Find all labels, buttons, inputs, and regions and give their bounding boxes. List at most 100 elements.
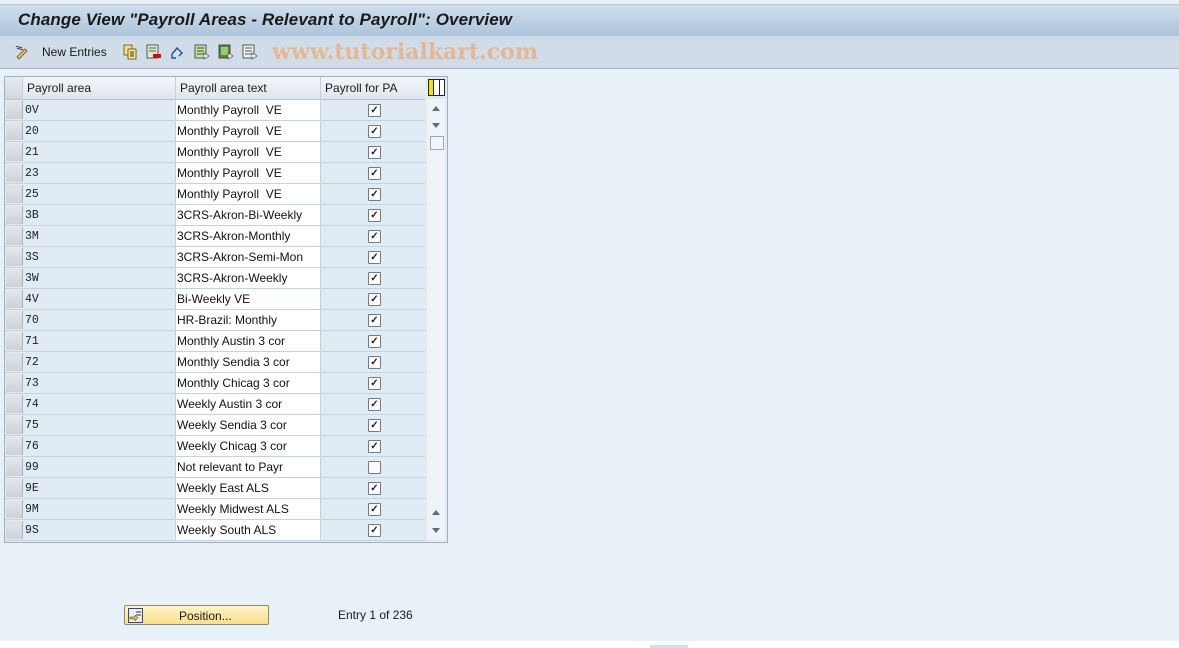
row-selector[interactable] [6, 395, 23, 413]
row-selector[interactable] [6, 311, 23, 329]
payroll-area-text-cell[interactable]: Weekly East ALS [176, 478, 321, 498]
position-button[interactable]: Position... [124, 605, 269, 625]
payroll-area-cell[interactable]: 73 [23, 373, 176, 393]
payroll-area-cell[interactable]: 75 [23, 415, 176, 435]
table-row[interactable]: 3W 3CRS-Akron-Weekly ✓ [5, 268, 425, 289]
row-selector[interactable] [6, 458, 23, 476]
row-selector[interactable] [6, 479, 23, 497]
column-header-payroll-area-text[interactable]: Payroll area text [176, 77, 321, 99]
table-row[interactable]: 70 HR-Brazil: Monthly ✓ [5, 310, 425, 331]
payroll-area-cell[interactable]: 9M [23, 499, 176, 519]
select-all-rows-button[interactable] [5, 77, 23, 99]
payroll-for-pa-checkbox[interactable]: ✓ [368, 440, 381, 453]
payroll-area-text-cell[interactable]: Monthly Payroll VE [176, 142, 321, 162]
table-row[interactable]: 9E Weekly East ALS ✓ [5, 478, 425, 499]
payroll-for-pa-checkbox[interactable]: ✓ [368, 335, 381, 348]
payroll-for-pa-checkbox[interactable]: ✓ [368, 125, 381, 138]
new-entries-button[interactable]: New Entries [42, 43, 107, 60]
payroll-for-pa-checkbox[interactable]: ✓ [368, 293, 381, 306]
payroll-area-cell[interactable]: 76 [23, 436, 176, 456]
row-selector[interactable] [6, 248, 23, 266]
table-row[interactable]: 21 Monthly Payroll VE ✓ [5, 142, 425, 163]
payroll-area-text-cell[interactable]: Monthly Payroll VE [176, 163, 321, 183]
payroll-for-pa-checkbox[interactable]: ✓ [368, 503, 381, 516]
table-row[interactable]: 4V Bi-Weekly VE ✓ [5, 289, 425, 310]
table-row[interactable]: 73 Monthly Chicag 3 cor ✓ [5, 373, 425, 394]
row-selector[interactable] [6, 143, 23, 161]
payroll-area-text-cell[interactable]: Not relevant to Payr [176, 457, 321, 477]
payroll-area-text-cell[interactable]: Monthly Austin 3 cor [176, 331, 321, 351]
table-row[interactable]: 3S 3CRS-Akron-Semi-Mon ✓ [5, 247, 425, 268]
payroll-for-pa-checkbox[interactable]: ✓ [368, 104, 381, 117]
column-header-payroll-for-pa[interactable]: Payroll for PA [321, 77, 425, 99]
payroll-area-text-cell[interactable]: 3CRS-Akron-Weekly [176, 268, 321, 288]
payroll-area-cell[interactable]: 4V [23, 289, 176, 309]
table-row[interactable]: 23 Monthly Payroll VE ✓ [5, 163, 425, 184]
payroll-for-pa-checkbox[interactable]: ✓ [368, 356, 381, 369]
payroll-area-cell[interactable]: 3S [23, 247, 176, 267]
payroll-area-cell[interactable]: 20 [23, 121, 176, 141]
row-selector[interactable] [6, 353, 23, 371]
payroll-area-cell[interactable]: 9E [23, 478, 176, 498]
scroll-up-button[interactable] [429, 505, 443, 519]
payroll-area-cell[interactable]: 9S [23, 520, 176, 540]
deselect-all-button[interactable] [242, 43, 258, 60]
payroll-area-cell[interactable]: 3M [23, 226, 176, 246]
payroll-area-cell[interactable]: 25 [23, 184, 176, 204]
table-row[interactable]: 3B 3CRS-Akron-Bi-Weekly ✓ [5, 205, 425, 226]
payroll-area-cell[interactable]: 0V [23, 100, 176, 120]
table-row[interactable]: 71 Monthly Austin 3 cor ✓ [5, 331, 425, 352]
payroll-area-text-cell[interactable]: 3CRS-Akron-Semi-Mon [176, 247, 321, 267]
scroll-page-down-button[interactable] [429, 118, 443, 132]
table-row[interactable]: 9S Weekly South ALS ✓ [5, 520, 425, 541]
payroll-for-pa-checkbox[interactable] [368, 461, 381, 474]
payroll-for-pa-checkbox[interactable]: ✓ [368, 251, 381, 264]
payroll-area-text-cell[interactable]: Weekly South ALS [176, 520, 321, 540]
payroll-area-text-cell[interactable]: Weekly Chicag 3 cor [176, 436, 321, 456]
table-settings-button[interactable] [428, 79, 445, 96]
select-all-button[interactable] [194, 43, 210, 60]
scrollbar-thumb[interactable] [430, 136, 444, 150]
payroll-area-cell[interactable]: 99 [23, 457, 176, 477]
table-row[interactable]: 76 Weekly Chicag 3 cor ✓ [5, 436, 425, 457]
row-selector[interactable] [6, 437, 23, 455]
payroll-area-cell[interactable]: 71 [23, 331, 176, 351]
table-row[interactable]: 72 Monthly Sendia 3 cor ✓ [5, 352, 425, 373]
payroll-area-cell[interactable]: 3W [23, 268, 176, 288]
table-row[interactable]: 74 Weekly Austin 3 cor ✓ [5, 394, 425, 415]
row-selector[interactable] [6, 290, 23, 308]
row-selector[interactable] [6, 227, 23, 245]
display-change-button[interactable] [14, 43, 30, 60]
payroll-for-pa-checkbox[interactable]: ✓ [368, 524, 381, 537]
row-selector[interactable] [6, 101, 23, 119]
payroll-area-text-cell[interactable]: HR-Brazil: Monthly [176, 310, 321, 330]
payroll-area-text-cell[interactable]: Bi-Weekly VE [176, 289, 321, 309]
row-selector[interactable] [6, 521, 23, 539]
payroll-for-pa-checkbox[interactable]: ✓ [368, 230, 381, 243]
row-selector[interactable] [6, 164, 23, 182]
row-selector[interactable] [6, 500, 23, 518]
payroll-area-text-cell[interactable]: Weekly Sendia 3 cor [176, 415, 321, 435]
payroll-area-cell[interactable]: 74 [23, 394, 176, 414]
delete-button[interactable] [146, 43, 162, 60]
payroll-for-pa-checkbox[interactable]: ✓ [368, 188, 381, 201]
payroll-for-pa-checkbox[interactable]: ✓ [368, 314, 381, 327]
payroll-area-text-cell[interactable]: Monthly Payroll VE [176, 100, 321, 120]
payroll-area-text-cell[interactable]: 3CRS-Akron-Bi-Weekly [176, 205, 321, 225]
payroll-for-pa-checkbox[interactable]: ✓ [368, 209, 381, 222]
scroll-page-up-button[interactable] [429, 101, 443, 115]
vertical-scrollbar[interactable] [427, 99, 445, 540]
payroll-area-text-cell[interactable]: 3CRS-Akron-Monthly [176, 226, 321, 246]
table-row[interactable]: 20 Monthly Payroll VE ✓ [5, 121, 425, 142]
payroll-for-pa-checkbox[interactable]: ✓ [368, 377, 381, 390]
payroll-area-cell[interactable]: 70 [23, 310, 176, 330]
row-selector[interactable] [6, 206, 23, 224]
scroll-down-button[interactable] [429, 523, 443, 537]
payroll-area-text-cell[interactable]: Monthly Payroll VE [176, 184, 321, 204]
payroll-for-pa-checkbox[interactable]: ✓ [368, 146, 381, 159]
payroll-for-pa-checkbox[interactable]: ✓ [368, 482, 381, 495]
select-block-button[interactable] [218, 43, 234, 60]
payroll-area-text-cell[interactable]: Weekly Midwest ALS [176, 499, 321, 519]
copy-as-button[interactable] [122, 43, 138, 60]
payroll-area-text-cell[interactable]: Weekly Austin 3 cor [176, 394, 321, 414]
